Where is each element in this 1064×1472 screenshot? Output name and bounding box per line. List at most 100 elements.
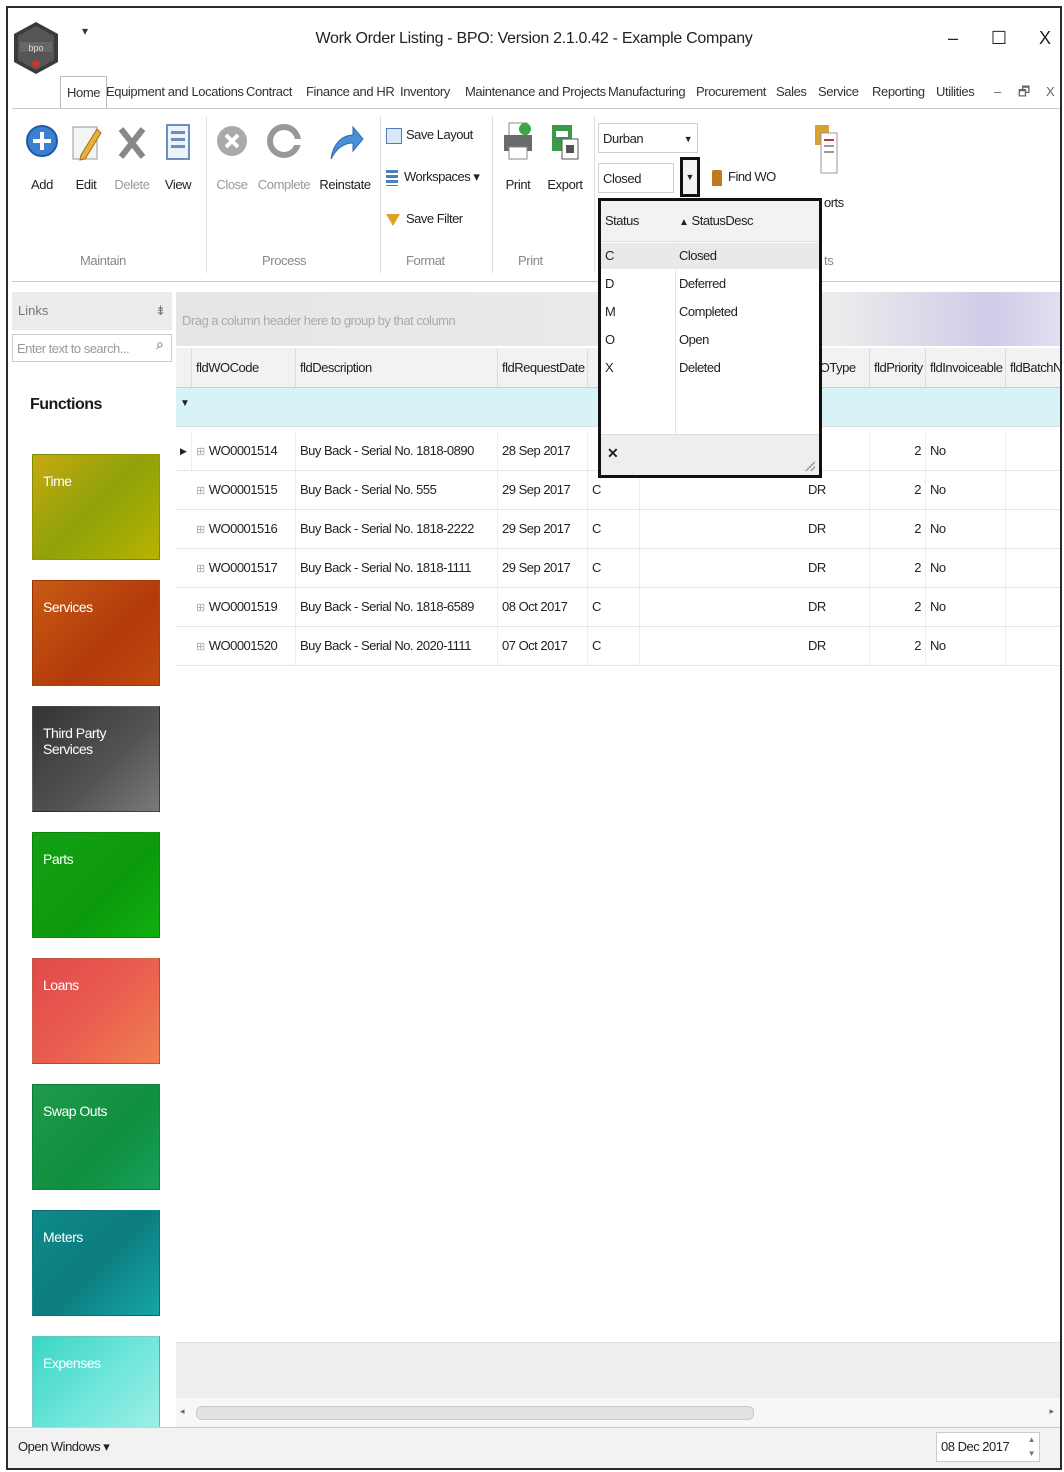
reports-icon [815,125,838,174]
expand-icon[interactable]: ⊞ [196,524,205,536]
resize-grip-icon[interactable] [805,461,815,471]
clear-icon[interactable]: ✕ [607,445,619,462]
site-combo[interactable]: Durban ▼ [598,123,698,153]
export-label: Export [547,177,583,192]
status-combo[interactable]: Closed [598,163,674,193]
function-services[interactable]: Services [32,580,160,686]
col-header-requestdate[interactable]: fldRequestDate [498,348,588,388]
add-button[interactable]: Add [22,119,62,192]
dropdown-col-statusdesc[interactable]: ▲ StatusDesc [679,213,754,228]
tab-sales[interactable]: Sales [776,76,807,108]
option-desc: Closed [679,248,717,263]
tab-maintenance-and-projects[interactable]: Maintenance and Projects [465,76,606,108]
function-meters[interactable]: Meters [32,1210,160,1316]
delete-button[interactable]: Delete [110,119,154,192]
save-filter-label: Save Filter [406,211,463,226]
tab-procurement[interactable]: Procurement [696,76,766,108]
add-icon [26,125,58,157]
expand-icon[interactable]: ⊞ [196,641,205,653]
scrollbar-thumb[interactable] [196,1406,754,1420]
group-separator [594,117,595,273]
site-combo-value: Durban [603,131,644,146]
export-button[interactable]: Export [542,119,588,192]
status-dropdown-popup[interactable]: Status ▲ StatusDesc C Closed D Deferred … [598,198,822,478]
expand-icon[interactable]: ⊞ [196,446,205,458]
dropdown-col-status[interactable]: Status [605,213,639,228]
save-layout-label: Save Layout [406,127,473,142]
date-field[interactable]: 08 Dec 2017 ▲ ▼ [936,1432,1040,1462]
pin-icon[interactable]: ⇟ [155,292,166,330]
function-time[interactable]: Time [32,454,160,560]
tab-finance-and-hr[interactable]: Finance and HR [306,76,395,108]
expand-icon[interactable]: ⊞ [196,602,205,614]
ribbon-restore-button[interactable]: 🗗 [1018,76,1030,108]
workspaces-button[interactable]: Workspaces ▾ [386,169,480,186]
open-windows-button[interactable]: Open Windows ▾ [18,1439,110,1455]
option-desc: Deferred [679,276,726,291]
save-layout-button[interactable]: Save Layout [386,127,473,144]
expand-icon[interactable]: ⊞ [196,563,205,575]
ribbon-minimize-button[interactable]: – [994,76,1001,108]
tab-utilities[interactable]: Utilities [936,76,975,108]
col-header-wocode[interactable]: fldWOCode [192,348,296,388]
dropdown-option-deleted[interactable]: X Deleted [601,355,819,381]
option-desc: Completed [679,304,738,319]
find-wo-button[interactable]: Find WO [712,169,776,186]
cell-status: C [588,627,640,665]
view-button[interactable]: View [158,119,198,192]
close-wo-button[interactable]: Close [212,119,252,192]
cell-invoiceable: No [926,471,1006,509]
function-loans[interactable]: Loans [32,958,160,1064]
tab-inventory[interactable]: Inventory [400,76,450,108]
tab-manufacturing[interactable]: Manufacturing [608,76,686,108]
reinstate-button[interactable]: Reinstate [316,119,374,192]
edit-button[interactable]: Edit [66,119,106,192]
dropdown-option-deferred[interactable]: D Deferred [601,271,819,297]
dropdown-option-open[interactable]: O Open [601,327,819,353]
reports-group-label: ts [824,253,834,268]
save-filter-button[interactable]: Save Filter [386,211,463,226]
find-wo-label: Find WO [728,169,776,184]
tab-contract[interactable]: Contract [246,76,292,108]
tab-reporting[interactable]: Reporting [872,76,925,108]
ribbon: Add Edit Delete View Maintain Close Comp… [12,108,1060,282]
table-row[interactable]: ⊞ WO0001516 Buy Back - Serial No. 1818-22… [176,510,1060,549]
table-row[interactable]: ⊞ WO0001517 Buy Back - Serial No. 1818-11… [176,549,1060,588]
complete-button[interactable]: Complete [256,119,312,192]
function-third-party-services[interactable]: Third Party Services [32,706,160,812]
table-row[interactable]: ⊞ WO0001520 Buy Back - Serial No. 2020-11… [176,627,1060,666]
col-header-invoiceable[interactable]: fldInvoiceable [926,348,1006,388]
bpo-logo-icon[interactable]: bpo [12,20,60,76]
col-header-batchno[interactable]: fldBatchNo [1006,348,1060,388]
links-pane: Links ⇟ Enter text to search... ⌕ Functi… [12,292,172,1442]
cell-description: Buy Back - Serial No. 1818-0890 [296,432,498,470]
scroll-left-icon[interactable]: ◂ [180,1406,185,1417]
ribbon-close-button[interactable]: X [1046,76,1055,108]
expand-icon[interactable]: ⊞ [196,485,205,497]
col-header-description[interactable]: fldDescription [296,348,498,388]
scroll-right-icon[interactable]: ▸ [1049,1406,1054,1417]
spin-icon[interactable]: ▲ ▼ [1028,1433,1036,1461]
print-button[interactable]: Print [498,119,538,192]
links-search-input[interactable]: Enter text to search... [12,334,172,362]
maximize-button[interactable]: ☐ [984,28,1014,49]
filter-icon[interactable]: ▼ [180,398,190,409]
tab-equipment-and-locations[interactable]: Equipment and Locations [106,76,244,108]
horizontal-scrollbar[interactable]: ◂ ▸ [176,1398,1060,1428]
function-parts[interactable]: Parts [32,832,160,938]
dropdown-option-completed[interactable]: M Completed [601,299,819,325]
close-button[interactable]: X [1030,28,1060,49]
table-row[interactable]: ⊞ WO0001519 Buy Back - Serial No. 1818-65… [176,588,1060,627]
status-combo-dropdown-button[interactable]: ▼ [680,157,700,197]
search-icon[interactable]: ⌕ [156,336,164,353]
cell-wocode: ⊞ WO0001514 [192,432,296,470]
function-swap-outs[interactable]: Swap Outs [32,1084,160,1190]
cell-requestdate: 29 Sep 2017 [498,471,588,509]
dropdown-option-closed[interactable]: C Closed [601,243,819,269]
reports-button[interactable] [806,119,846,187]
tab-home[interactable]: Home [60,76,108,109]
minimize-button[interactable]: – [938,28,968,49]
tab-service[interactable]: Service [818,76,859,108]
complete-label: Complete [257,177,311,192]
col-header-priority[interactable]: fldPriority [870,348,926,388]
